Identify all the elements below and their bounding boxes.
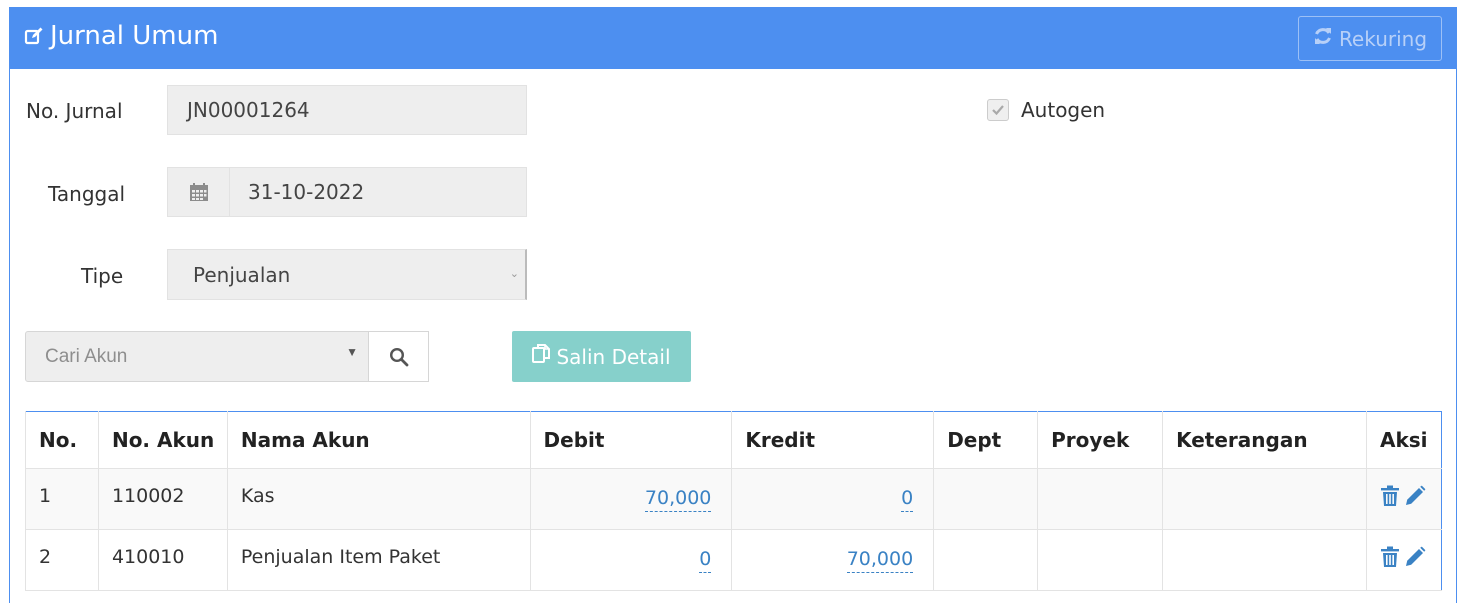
col-header-proyek[interactable]: Proyek: [1037, 411, 1163, 469]
cari-akun-select[interactable]: Cari Akun ▼: [25, 331, 369, 382]
search-button[interactable]: [368, 331, 429, 382]
no-jurnal-field[interactable]: JN00001264: [167, 85, 527, 135]
tipe-value: Penjualan: [193, 262, 291, 287]
salin-detail-button[interactable]: Salin Detail: [512, 331, 691, 382]
trash-icon[interactable]: [1380, 485, 1400, 512]
jurnal-detail-table: No. No. Akun Nama Akun Debit Kredit Dept…: [25, 411, 1442, 591]
caret-down-icon: ▼: [346, 345, 358, 359]
col-header-debit[interactable]: Debit: [529, 411, 732, 469]
salin-detail-label: Salin Detail: [556, 344, 671, 369]
cell-no: 2: [25, 529, 99, 591]
cell-no: 1: [25, 468, 99, 530]
jurnal-umum-panel: Jurnal Umum Rekuring No. Jurnal JN000012…: [9, 7, 1457, 603]
calendar-icon[interactable]: [168, 168, 230, 216]
cell-kredit: 0: [731, 468, 934, 530]
tanggal-label: Tanggal: [48, 182, 126, 206]
rekuring-label: Rekuring: [1338, 26, 1428, 51]
cell-proyek: [1037, 529, 1163, 591]
trash-icon[interactable]: [1380, 546, 1400, 573]
cell-keterangan: [1162, 468, 1367, 530]
cell-proyek: [1037, 468, 1163, 530]
search-icon: [389, 347, 408, 366]
cell-aksi: [1365, 529, 1442, 591]
cell-nama-akun: Penjualan Item Paket: [226, 529, 531, 591]
table-row: 1 110002 Kas 70,000 0: [25, 468, 1442, 530]
pencil-icon[interactable]: [1404, 485, 1426, 512]
refresh-icon: [1313, 26, 1333, 51]
col-header-keterangan[interactable]: Keterangan: [1162, 411, 1367, 469]
cell-debit: 70,000: [529, 468, 732, 530]
chevron-down-icon: ⌄: [509, 267, 519, 280]
page-title: Jurnal Umum: [50, 21, 219, 51]
cell-dept: [933, 468, 1038, 530]
pencil-icon[interactable]: [1404, 546, 1426, 573]
debit-editable[interactable]: 0: [699, 548, 712, 573]
col-header-no[interactable]: No.: [25, 411, 99, 469]
cell-aksi: [1365, 468, 1442, 530]
cell-dept: [933, 529, 1038, 591]
autogen-checkbox[interactable]: [987, 99, 1009, 121]
check-icon: [992, 105, 1004, 116]
edit-icon: [24, 26, 44, 46]
autogen-label: Autogen: [1021, 98, 1106, 122]
tanggal-field[interactable]: 31-10-2022: [167, 167, 527, 217]
tipe-label: Tipe: [81, 264, 124, 288]
col-header-kredit[interactable]: Kredit: [731, 411, 934, 469]
panel-title: Jurnal Umum: [24, 21, 218, 51]
cari-akun-placeholder: Cari Akun: [45, 345, 128, 367]
col-header-no-akun[interactable]: No. Akun: [97, 411, 228, 469]
col-header-nama-akun[interactable]: Nama Akun: [226, 411, 531, 469]
table-header-row: No. No. Akun Nama Akun Debit Kredit Dept…: [25, 411, 1442, 469]
tipe-select[interactable]: Penjualan ⌄: [167, 249, 527, 300]
no-jurnal-value: JN00001264: [187, 98, 310, 122]
copy-icon: [532, 343, 552, 370]
kredit-editable[interactable]: 70,000: [846, 548, 914, 573]
autogen-checkbox-group: Autogen: [987, 98, 1105, 122]
col-header-aksi: Aksi: [1365, 411, 1442, 469]
cell-kredit: 70,000: [731, 529, 934, 591]
cell-nama-akun: Kas: [226, 468, 531, 530]
col-header-dept[interactable]: Dept: [933, 411, 1038, 469]
debit-editable[interactable]: 70,000: [644, 487, 712, 512]
cell-debit: 0: [529, 529, 732, 591]
rekuring-button[interactable]: Rekuring: [1298, 16, 1442, 61]
panel-header: Jurnal Umum Rekuring: [10, 8, 1456, 69]
cell-no-akun: 410010: [97, 529, 228, 591]
cell-keterangan: [1162, 529, 1367, 591]
tanggal-value: 31-10-2022: [248, 180, 365, 204]
no-jurnal-label: No. Jurnal: [26, 99, 123, 123]
kredit-editable[interactable]: 0: [901, 487, 914, 512]
table-row: 2 410010 Penjualan Item Paket 0 70,000: [25, 529, 1442, 591]
cell-no-akun: 110002: [97, 468, 228, 530]
